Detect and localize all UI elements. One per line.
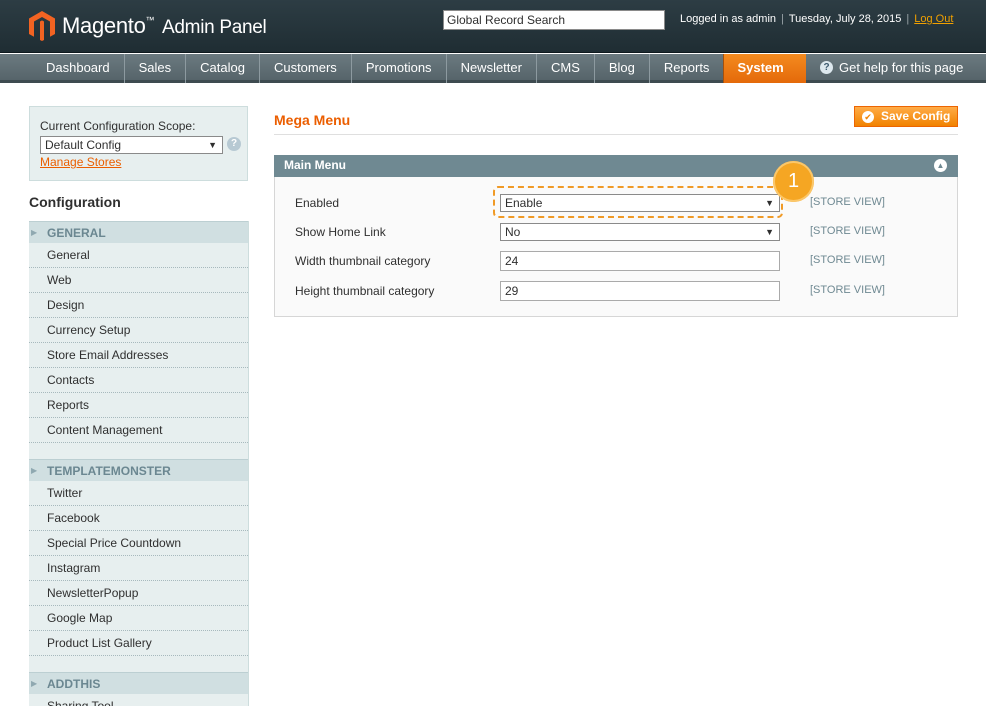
logo-trademark: ™ bbox=[145, 15, 155, 25]
show-home-link-select[interactable]: No ▼ bbox=[500, 223, 780, 241]
fieldset-title: Main Menu bbox=[284, 158, 346, 172]
expand-arrow-icon: ▶ bbox=[31, 679, 38, 688]
help-icon[interactable]: ? bbox=[227, 137, 241, 151]
sidebar-group-title: GENERAL bbox=[47, 226, 106, 240]
sidebar-item-contacts[interactable]: Contacts bbox=[29, 368, 248, 393]
nav-item-newsletter[interactable]: Newsletter bbox=[445, 54, 536, 83]
scope-select[interactable]: Default Config ▼ bbox=[40, 136, 223, 154]
help-label: Get help for this page bbox=[839, 60, 964, 75]
manage-stores-link[interactable]: Manage Stores bbox=[40, 155, 121, 169]
logged-in-text: Logged in as admin bbox=[680, 13, 777, 25]
sidebar-group-templatemonster[interactable]: ▶ TEMPLATEMONSTER bbox=[29, 459, 248, 481]
sidebar-item-facebook[interactable]: Facebook bbox=[29, 506, 248, 531]
main-nav-list: Dashboard Sales Catalog Customers Promotions… bbox=[32, 54, 806, 83]
store-view-tag: [STORE VIEW] bbox=[810, 254, 885, 266]
sidebar-item-product-list-gallery[interactable]: Product List Gallery bbox=[29, 631, 248, 656]
sidebar-item-newsletterpopup[interactable]: NewsletterPopup bbox=[29, 581, 248, 606]
show-home-link-label: Show Home Link bbox=[295, 225, 386, 239]
sidebar-item-content-management[interactable]: Content Management bbox=[29, 418, 248, 443]
height-thumbnail-input[interactable] bbox=[500, 281, 780, 301]
title-divider bbox=[274, 134, 958, 135]
logo-brand: Magento bbox=[62, 13, 146, 38]
step-badge: 1 bbox=[773, 161, 814, 202]
collapse-icon[interactable]: ▲ bbox=[934, 159, 947, 172]
logo-panel-name: Admin Panel bbox=[162, 17, 267, 38]
sidebar-item-twitter[interactable]: Twitter bbox=[29, 481, 248, 506]
sidebar-item-design[interactable]: Design bbox=[29, 293, 248, 318]
sidebar-item-currency-setup[interactable]: Currency Setup bbox=[29, 318, 248, 343]
page-title: Mega Menu bbox=[274, 112, 351, 128]
sidebar-item-general[interactable]: General bbox=[29, 243, 248, 268]
nav-item-dashboard[interactable]: Dashboard bbox=[32, 54, 124, 83]
global-search-input[interactable] bbox=[443, 10, 665, 30]
admin-header: Magento™ Admin Panel Logged in as admin |… bbox=[0, 0, 986, 53]
sidebar-item-store-email-addresses[interactable]: Store Email Addresses bbox=[29, 343, 248, 368]
current-date: Tuesday, July 28, 2015 bbox=[788, 13, 902, 25]
help-link[interactable]: ? Get help for this page bbox=[820, 60, 963, 75]
sidebar-item-reports[interactable]: Reports bbox=[29, 393, 248, 418]
show-home-link-select-value: No bbox=[505, 225, 521, 239]
sidebar-group-general[interactable]: ▶ GENERAL bbox=[29, 221, 248, 243]
magento-logo-icon bbox=[29, 11, 55, 41]
store-view-tag: [STORE VIEW] bbox=[810, 284, 885, 296]
width-thumbnail-input[interactable] bbox=[500, 251, 780, 271]
chevron-down-icon: ▼ bbox=[208, 140, 217, 150]
sidebar-group-title: TEMPLATEMONSTER bbox=[47, 464, 171, 478]
scope-label: Current Configuration Scope: bbox=[40, 119, 196, 133]
sidebar-group-addthis[interactable]: ▶ ADDTHIS bbox=[29, 672, 248, 694]
help-icon: ? bbox=[820, 61, 833, 74]
fieldset-header[interactable]: Main Menu ▲ bbox=[274, 155, 958, 177]
chevron-down-icon: ▼ bbox=[765, 227, 774, 237]
config-sidebar: ▶ GENERAL General Web Design Currency Setup St… bbox=[29, 221, 249, 706]
separator: | bbox=[781, 13, 784, 25]
sidebar-item-web[interactable]: Web bbox=[29, 268, 248, 293]
magento-logo[interactable]: Magento™ Admin Panel bbox=[28, 10, 267, 42]
logo-text: Magento™ Admin Panel bbox=[62, 13, 267, 39]
separator: | bbox=[906, 13, 910, 25]
nav-item-customers[interactable]: Customers bbox=[258, 54, 351, 83]
sidebar-item-sharing-tool[interactable]: Sharing Tool bbox=[29, 694, 248, 706]
width-thumbnail-label: Width thumbnail category bbox=[295, 254, 431, 268]
scope-select-value: Default Config bbox=[45, 138, 122, 152]
sidebar-item-google-map[interactable]: Google Map bbox=[29, 606, 248, 631]
checkmark-icon: ✔ bbox=[862, 111, 874, 123]
store-view-tag: [STORE VIEW] bbox=[810, 225, 885, 237]
nav-item-cms[interactable]: CMS bbox=[535, 54, 594, 83]
sidebar-title: Configuration bbox=[29, 194, 121, 210]
enabled-label: Enabled bbox=[295, 196, 340, 210]
expand-arrow-icon: ▶ bbox=[31, 228, 38, 237]
nav-item-sales[interactable]: Sales bbox=[123, 54, 186, 83]
sidebar-item-special-price-countdown[interactable]: Special Price Countdown bbox=[29, 531, 248, 556]
config-scope-box: Current Configuration Scope: Default Con… bbox=[29, 106, 248, 181]
highlight-box bbox=[493, 186, 783, 218]
nav-item-catalog[interactable]: Catalog bbox=[185, 54, 259, 83]
header-user-info: Logged in as admin | Tuesday, July 28, 201… bbox=[680, 13, 953, 25]
sidebar-group-title: ADDTHIS bbox=[47, 677, 101, 691]
store-view-tag: [STORE VIEW] bbox=[810, 196, 885, 208]
nav-item-blog[interactable]: Blog bbox=[593, 54, 649, 83]
nav-item-reports[interactable]: Reports bbox=[648, 54, 724, 83]
save-config-label: Save Config bbox=[881, 109, 951, 123]
height-thumbnail-label: Height thumbnail category bbox=[295, 284, 435, 298]
main-nav: Dashboard Sales Catalog Customers Promotions… bbox=[0, 54, 986, 83]
nav-item-system[interactable]: System bbox=[723, 54, 806, 83]
expand-arrow-icon: ▶ bbox=[31, 466, 38, 475]
nav-item-promotions[interactable]: Promotions bbox=[350, 54, 446, 83]
save-config-button[interactable]: ✔ Save Config bbox=[854, 106, 958, 127]
sidebar-item-instagram[interactable]: Instagram bbox=[29, 556, 248, 581]
logout-link[interactable]: Log Out bbox=[914, 13, 953, 25]
